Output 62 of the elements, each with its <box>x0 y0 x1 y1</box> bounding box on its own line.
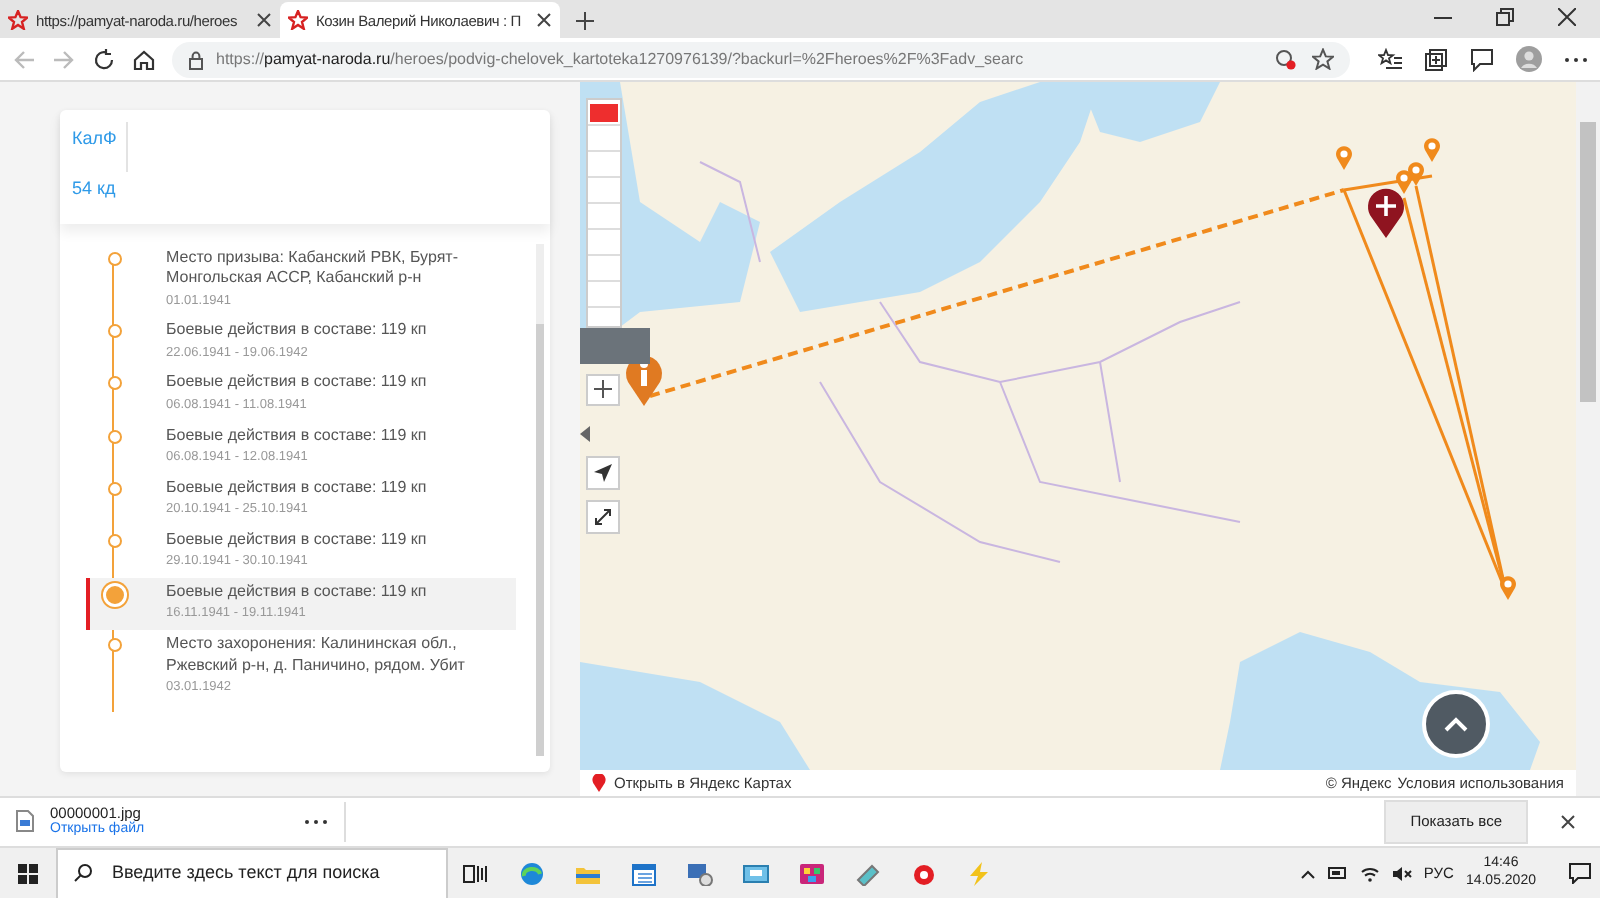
lock-icon <box>188 49 204 70</box>
collections-icon[interactable] <box>1424 47 1448 72</box>
chevron-up-icon <box>1444 715 1468 732</box>
event-title: Боевые действия в составе: 119 кп <box>166 529 429 551</box>
app-icon[interactable] <box>798 861 826 885</box>
wifi-icon[interactable] <box>1359 865 1380 881</box>
extension-icon[interactable] <box>1274 48 1296 71</box>
event-title: Боевые действия в составе: 119 кп <box>166 372 429 394</box>
location-button[interactable] <box>586 455 620 490</box>
map-pin-icon[interactable] <box>1396 169 1412 194</box>
scrollbar-thumb[interactable] <box>536 323 544 756</box>
event-title: Место призыва: Кабанский РВК, Бурят-Монгольская АССР, Кабанский р-н <box>166 247 460 290</box>
search-bar[interactable]: Введите здесь текст для поиска <box>56 847 448 898</box>
search-input[interactable]: Введите здесь текст для поиска <box>108 857 430 889</box>
speaker-muted-icon[interactable] <box>1391 865 1412 881</box>
pin-icon <box>592 773 606 792</box>
feedback-icon[interactable] <box>1470 47 1494 72</box>
collapse-arrow-icon[interactable] <box>580 425 590 442</box>
star-icon[interactable] <box>1312 48 1334 71</box>
star-icon <box>288 10 308 31</box>
profile-avatar[interactable] <box>1516 46 1542 73</box>
close-icon[interactable] <box>256 12 272 29</box>
star-icon <box>8 10 28 31</box>
monitor-icon[interactable] <box>742 861 770 885</box>
calendar-icon[interactable] <box>630 861 658 885</box>
event-title: Боевые действия в составе: 119 кп <box>166 581 429 603</box>
favorites-icon[interactable] <box>1378 48 1402 71</box>
window-grid-icon <box>18 863 38 883</box>
cross-pin-icon[interactable] <box>1368 188 1404 238</box>
chevron-up-icon[interactable] <box>1299 867 1316 879</box>
layers-menu[interactable] <box>586 97 622 328</box>
new-tab-icon[interactable] <box>576 12 594 31</box>
event-title: Боевые действия в составе: 119 кп <box>166 477 429 499</box>
network-computer-icon[interactable] <box>686 861 714 885</box>
close-icon[interactable] <box>1560 813 1576 830</box>
file-icon <box>16 810 34 833</box>
notification-icon[interactable] <box>1568 862 1592 884</box>
notebook-icon[interactable] <box>854 861 882 885</box>
zoom-in-icon <box>594 380 612 399</box>
close-icon[interactable] <box>536 12 552 29</box>
event-title: Место захоронения: Калининская обл., Ржевский р-н, д. Паничино, рядом. Убит <box>166 634 466 676</box>
fullscreen-button[interactable] <box>586 499 620 534</box>
fullscreen-icon <box>594 507 612 526</box>
scrollbar-thumb[interactable] <box>1580 121 1596 402</box>
home-icon[interactable] <box>132 47 156 72</box>
event-title: Боевые действия в составе: 119 кп <box>166 425 429 446</box>
more-icon[interactable] <box>304 817 329 826</box>
task-view-icon[interactable] <box>462 861 490 885</box>
restore-icon[interactable] <box>1496 8 1514 27</box>
zoom-in-button[interactable] <box>586 373 620 406</box>
battery-icon[interactable] <box>1327 866 1348 880</box>
search-icon <box>74 864 92 882</box>
address-field[interactable]: https://pamyat-naroda.ru/heroes/podvig-chelovek_kartoteka1270976139/?backurl=%2Fheroes%2F%3Fadv_searc <box>172 41 1350 78</box>
toolbar-menu[interactable] <box>580 327 650 364</box>
more-icon[interactable] <box>1564 55 1588 64</box>
timeline-dot <box>105 585 123 604</box>
location-icon <box>594 463 612 482</box>
close-icon[interactable] <box>1558 8 1576 27</box>
browser-icon[interactable] <box>518 861 546 885</box>
reload-icon[interactable] <box>92 47 116 72</box>
event-title: Боевые действия в составе: 119 кп <box>166 320 429 342</box>
selected-layer-indicator[interactable] <box>590 103 618 122</box>
